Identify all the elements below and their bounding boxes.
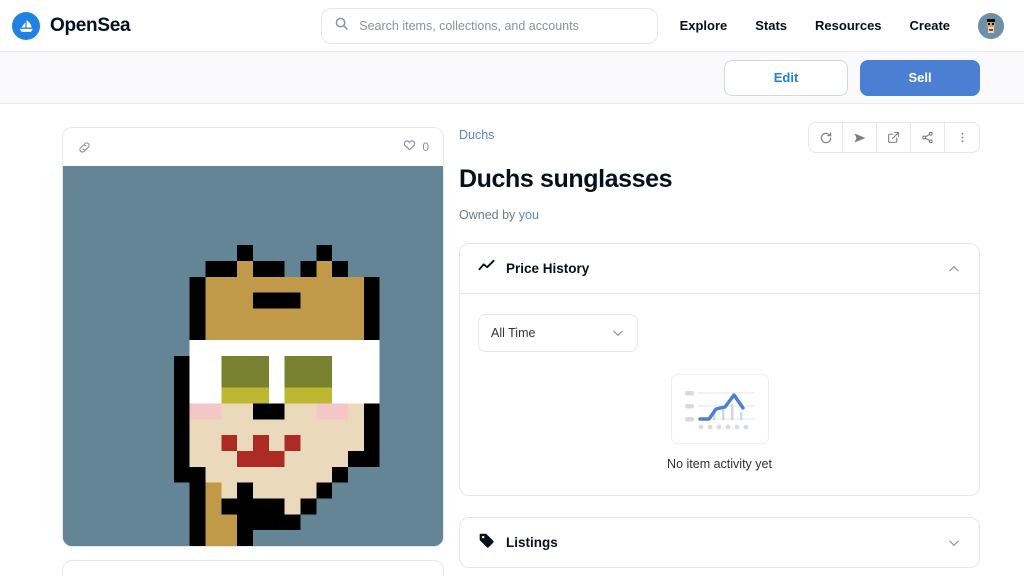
chain-link-icon[interactable]: [77, 140, 92, 155]
search-bar[interactable]: [321, 7, 658, 44]
price-history-body: All Time No item activity yet: [460, 293, 979, 495]
share-icon[interactable]: [911, 123, 945, 152]
heart-icon: [402, 137, 417, 157]
sell-button[interactable]: Sell: [860, 59, 980, 96]
asset-media-column: 0 Description: [62, 127, 444, 576]
nav-link-stats[interactable]: Stats: [755, 18, 787, 33]
asset-image-card: 0: [62, 127, 444, 547]
refresh-icon[interactable]: [809, 123, 843, 152]
price-history-panel: Price History All Time No item activity …: [459, 243, 980, 496]
asset-page: 0 Description Duchs: [0, 104, 1024, 576]
breadcrumb-collection-link[interactable]: Duchs: [459, 128, 494, 142]
top-navigation-bar: OpenSea Explore Stats Resources Create: [0, 0, 1024, 52]
asset-action-bar: Edit Sell: [0, 52, 1024, 104]
nav-link-create[interactable]: Create: [910, 18, 950, 33]
listings-title: Listings: [506, 535, 558, 550]
like-count: 0: [422, 140, 429, 154]
more-options-icon[interactable]: [945, 123, 979, 152]
owned-by-label: Owned by: [459, 208, 516, 222]
price-history-header[interactable]: Price History: [460, 244, 979, 293]
price-history-title: Price History: [506, 261, 590, 276]
asset-image-header: 0: [63, 128, 443, 166]
edit-button[interactable]: Edit: [724, 59, 848, 96]
brand-name: OpenSea: [50, 14, 131, 36]
chevron-down-icon[interactable]: [947, 536, 961, 550]
asset-icon-toolbar: [808, 122, 980, 153]
external-link-icon[interactable]: [877, 123, 911, 152]
breadcrumb-row: Duchs: [459, 122, 980, 153]
like-control[interactable]: 0: [402, 137, 429, 157]
price-history-empty-text: No item activity yet: [667, 457, 772, 471]
listings-header[interactable]: Listings: [460, 518, 979, 567]
price-tag-icon: [478, 532, 495, 554]
listings-panel: Listings: [459, 517, 980, 568]
nav-link-explore[interactable]: Explore: [680, 18, 728, 33]
chevron-up-icon[interactable]: [947, 262, 961, 276]
price-history-empty-state: No item activity yet: [478, 374, 961, 471]
primary-nav: Explore Stats Resources Create: [680, 12, 1004, 39]
chevron-down-icon: [611, 326, 625, 340]
search-icon: [334, 16, 349, 36]
brand-logo-link[interactable]: OpenSea: [12, 11, 131, 40]
owner-link[interactable]: you: [519, 208, 539, 222]
user-avatar[interactable]: [978, 12, 1004, 39]
search-input[interactable]: [359, 18, 645, 33]
owner-line: Owned by you: [459, 208, 980, 222]
opensea-sailboat-logo-icon: [12, 11, 40, 40]
duchs-sunglasses-pixel-avatar: [63, 166, 443, 546]
chart-placeholder-icon: [670, 374, 769, 444]
nav-link-resources[interactable]: Resources: [815, 18, 881, 33]
time-range-value: All Time: [491, 326, 536, 340]
transfer-send-icon[interactable]: [843, 123, 877, 152]
trend-line-icon: [478, 258, 495, 280]
description-panel-header[interactable]: Description: [62, 560, 444, 576]
page-title: Duchs sunglasses: [459, 165, 673, 193]
time-range-select[interactable]: All Time: [478, 314, 638, 352]
asset-detail-column: Duchs Duchs sunglasses Owned by you Pric…: [459, 122, 980, 568]
